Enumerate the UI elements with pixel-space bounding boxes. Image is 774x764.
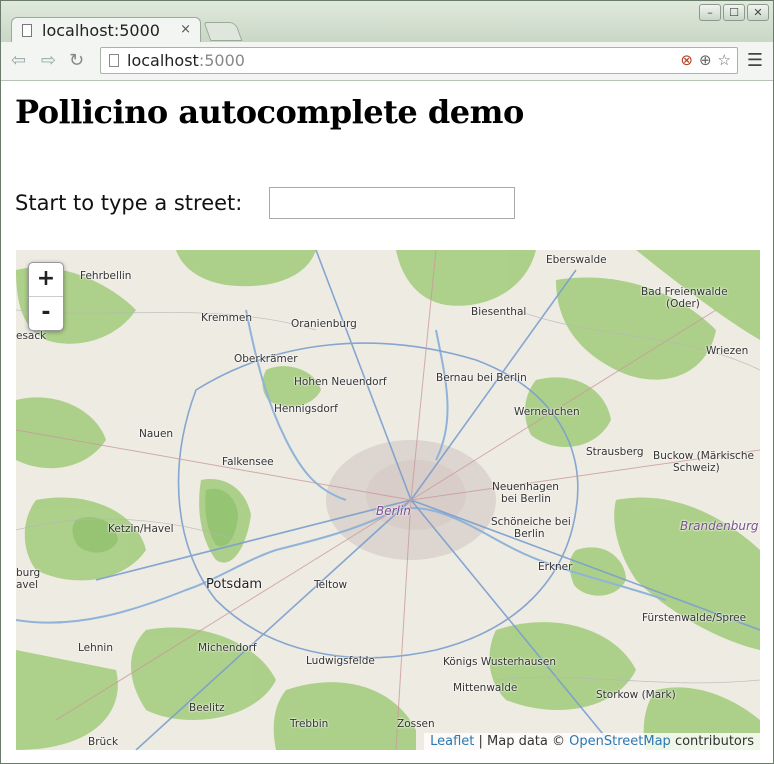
place-label: Brandenburg bbox=[680, 519, 759, 533]
place-label: Lehnin bbox=[78, 642, 114, 654]
attribution-suffix: contributors bbox=[670, 734, 754, 749]
place-label: Berlin bbox=[514, 528, 545, 540]
place-label: Nauen bbox=[139, 428, 174, 440]
page-icon bbox=[22, 24, 32, 37]
place-label: esack bbox=[16, 330, 47, 342]
place-label: Ketzin/Havel bbox=[108, 523, 174, 535]
street-label: Start to type a street: bbox=[15, 191, 243, 215]
reload-icon[interactable]: ↻ bbox=[69, 50, 84, 71]
browser-toolbar: ⇦ ⇨ ↻ localhost:5000 ⊗ ⊕ ☆ ☰ bbox=[1, 42, 773, 81]
page-content: Pollicino autocomplete demo Start to typ… bbox=[1, 81, 773, 763]
page-icon bbox=[109, 54, 119, 67]
place-label: Wriezen bbox=[706, 345, 749, 357]
place-label: Storkow (Mark) bbox=[596, 689, 676, 701]
place-label: Beelitz bbox=[189, 702, 225, 714]
browser-window: localhost:5000 × – ☐ ✕ ⇦ ⇨ ↻ localhost:5… bbox=[0, 0, 774, 764]
map-tiles bbox=[16, 250, 760, 750]
window-controls: – ☐ ✕ bbox=[699, 4, 769, 21]
place-label: burg bbox=[16, 567, 41, 579]
tab-title: localhost:5000 bbox=[42, 21, 160, 40]
back-icon[interactable]: ⇦ bbox=[11, 50, 26, 71]
place-label: Fehrbellin bbox=[80, 270, 132, 282]
place-label: Zossen bbox=[397, 718, 435, 730]
place-label: Fürstenwalde/Spree bbox=[642, 612, 747, 624]
close-tab-icon[interactable]: × bbox=[180, 22, 191, 37]
place-label: Hohen Neuendorf bbox=[294, 376, 387, 388]
zoom-control: + - bbox=[28, 262, 64, 331]
map[interactable]: + - Eberswalde Fehrbellin esack Bad Freienw… bbox=[16, 250, 760, 750]
place-label: Strausberg bbox=[586, 446, 644, 458]
address-bar-icons: ⊗ ⊕ ☆ bbox=[680, 51, 731, 69]
browser-tab[interactable]: localhost:5000 × bbox=[11, 17, 201, 43]
place-label: Potsdam bbox=[206, 577, 263, 592]
menu-icon[interactable]: ☰ bbox=[747, 50, 763, 71]
place-label: Teltow bbox=[314, 579, 348, 591]
place-label: Buckow (Märkische bbox=[653, 450, 754, 462]
place-label: Mittenwalde bbox=[453, 682, 518, 694]
place-label: bei Berlin bbox=[501, 493, 551, 505]
zoom-out-button[interactable]: - bbox=[29, 297, 63, 330]
address-bar[interactable]: localhost:5000 ⊗ ⊕ ☆ bbox=[100, 47, 738, 74]
place-label: Bad Freienwalde bbox=[641, 286, 728, 298]
place-label: Brück bbox=[88, 736, 119, 748]
place-label: avel bbox=[16, 579, 39, 591]
place-label: Kremmen bbox=[201, 312, 253, 324]
attribution-text: | Map data © bbox=[474, 734, 570, 749]
zoom-icon[interactable]: ⊕ bbox=[699, 51, 712, 69]
place-label: Ludwigsfelde bbox=[306, 655, 375, 667]
place-label: Trebbin bbox=[290, 718, 329, 730]
minimize-button[interactable]: – bbox=[699, 4, 721, 21]
place-label: Eberswalde bbox=[546, 254, 607, 266]
place-label: Neuenhagen bbox=[492, 481, 559, 493]
place-label: Hennigsdorf bbox=[274, 403, 338, 415]
place-label: Schöneiche bei bbox=[491, 516, 571, 528]
place-label: Bernau bei Berlin bbox=[436, 372, 527, 384]
place-label: Oberkrämer bbox=[234, 353, 298, 365]
place-label: Berlin bbox=[376, 504, 411, 518]
place-label: Michendorf bbox=[198, 642, 257, 654]
close-window-button[interactable]: ✕ bbox=[747, 4, 769, 21]
forward-icon[interactable]: ⇨ bbox=[41, 50, 56, 71]
osm-link[interactable]: OpenStreetMap bbox=[569, 734, 671, 749]
place-label: Erkner bbox=[538, 561, 573, 573]
place-label: Königs Wusterhausen bbox=[443, 656, 557, 668]
place-label: Werneuchen bbox=[514, 406, 580, 418]
place-label: Oranienburg bbox=[291, 318, 357, 330]
blocked-cookies-icon[interactable]: ⊗ bbox=[680, 51, 693, 69]
map-attribution: Leaflet | Map data © OpenStreetMap contr… bbox=[424, 733, 760, 750]
leaflet-link[interactable]: Leaflet bbox=[430, 734, 474, 749]
new-tab-button[interactable] bbox=[203, 22, 243, 41]
maximize-button[interactable]: ☐ bbox=[723, 4, 745, 21]
zoom-in-button[interactable]: + bbox=[29, 263, 63, 297]
place-label: (Oder) bbox=[666, 298, 700, 310]
street-input[interactable] bbox=[269, 187, 515, 219]
bookmark-star-icon[interactable]: ☆ bbox=[718, 51, 731, 69]
page-title: Pollicino autocomplete demo bbox=[15, 93, 524, 131]
title-bar: localhost:5000 × – ☐ ✕ bbox=[1, 1, 773, 43]
url-text: localhost:5000 bbox=[127, 51, 245, 70]
place-label: Biesenthal bbox=[471, 306, 527, 318]
place-label: Schweiz) bbox=[673, 462, 720, 474]
place-label: Falkensee bbox=[222, 456, 274, 468]
